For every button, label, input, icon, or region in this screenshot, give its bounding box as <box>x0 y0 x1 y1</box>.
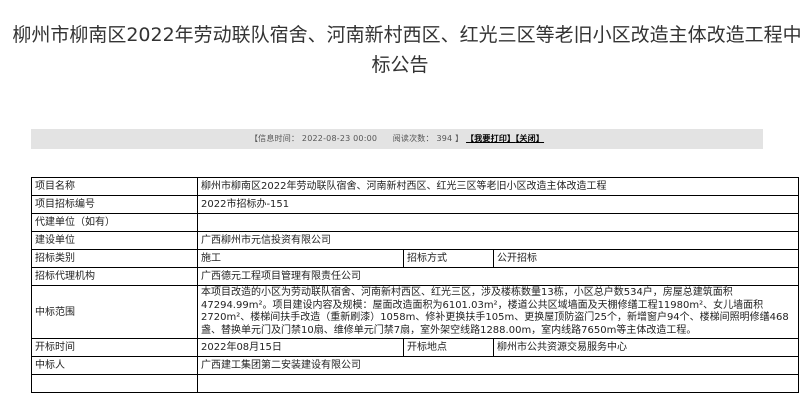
builder-label: 建设单位 <box>31 231 198 250</box>
winner-label: 中标人 <box>31 356 198 375</box>
announcement-title: 柳州市柳南区2022年劳动联队宿舍、河南新村西区、红光三区等老旧小区改造主体改造… <box>0 20 800 84</box>
bid-method-value: 公开招标 <box>493 249 799 268</box>
scope-label: 中标范围 <box>31 285 198 339</box>
title-line-2: 标公告 <box>371 54 429 76</box>
info-bar: 【信息时间： 2022-08-23 00:00 阅读次数： 394 】 【我要打… <box>31 129 763 149</box>
print-link[interactable]: 【我要打印】 <box>466 134 515 143</box>
cutoff-row-value <box>197 374 799 393</box>
agent-unit-value <box>197 213 799 232</box>
info-close-bracket: 】 <box>455 134 464 143</box>
scope-value: 本项目改造的小区为劳动联队宿舍、河南新村西区、红光三区，涉及楼栋数量13栋，小区… <box>197 285 799 339</box>
info-time-value: 2022-08-23 00:00 <box>301 134 378 143</box>
table-row: 项目名称 柳州市柳南区2022年劳动联队宿舍、河南新村西区、红光三区等老旧小区改… <box>31 177 799 196</box>
open-time-value: 2022年08月15日 <box>197 338 404 357</box>
info-time-label: 【信息时间： <box>249 134 300 143</box>
table-row <box>31 374 799 393</box>
agency-label: 招标代理机构 <box>31 267 198 286</box>
table-row: 开标时间 2022年08月15日 开标地点 柳州市公共资源交易服务中心 <box>31 338 799 357</box>
close-link[interactable]: 【关闭】 <box>515 134 544 143</box>
table-row: 代建单位（如有） <box>31 213 799 232</box>
agency-value: 广西德元工程项目管理有限责任公司 <box>197 267 799 286</box>
table-row: 建设单位 广西柳州市元信投资有限公司 <box>31 231 799 250</box>
project-name-label: 项目名称 <box>31 177 198 196</box>
open-place-label: 开标地点 <box>403 338 494 357</box>
builder-value: 广西柳州市元信投资有限公司 <box>197 231 799 250</box>
table-row: 项目招标编号 2022市招标办-151 <box>31 195 799 214</box>
bid-number-label: 项目招标编号 <box>31 195 198 214</box>
detail-table: 项目名称 柳州市柳南区2022年劳动联队宿舍、河南新村西区、红光三区等老旧小区改… <box>31 177 799 393</box>
table-row: 招标类别 施工 招标方式 公开招标 <box>31 249 799 268</box>
cutoff-row-cell <box>31 374 198 393</box>
bid-category-label: 招标类别 <box>31 249 198 268</box>
bid-method-label: 招标方式 <box>403 249 494 268</box>
bid-category-value: 施工 <box>197 249 404 268</box>
table-row: 中标人 广西建工集团第二安装建设有限公司 <box>31 356 799 375</box>
open-place-value: 柳州市公共资源交易服务中心 <box>493 338 799 357</box>
bid-number-value: 2022市招标办-151 <box>197 195 799 214</box>
table-row: 中标范围 本项目改造的小区为劳动联队宿舍、河南新村西区、红光三区，涉及楼栋数量1… <box>31 285 799 339</box>
project-name-value: 柳州市柳南区2022年劳动联队宿舍、河南新村西区、红光三区等老旧小区改造主体改造… <box>197 177 799 196</box>
open-time-label: 开标时间 <box>31 338 198 357</box>
info-reads-label: 阅读次数： <box>392 134 434 143</box>
info-reads-value: 394 <box>436 134 453 143</box>
winner-value: 广西建工集团第二安装建设有限公司 <box>197 356 799 375</box>
agent-unit-label: 代建单位（如有） <box>31 213 198 232</box>
table-row: 招标代理机构 广西德元工程项目管理有限责任公司 <box>31 267 799 286</box>
title-line-1: 柳州市柳南区2022年劳动联队宿舍、河南新村西区、红光三区等老旧小区改造主体改造… <box>12 24 800 46</box>
